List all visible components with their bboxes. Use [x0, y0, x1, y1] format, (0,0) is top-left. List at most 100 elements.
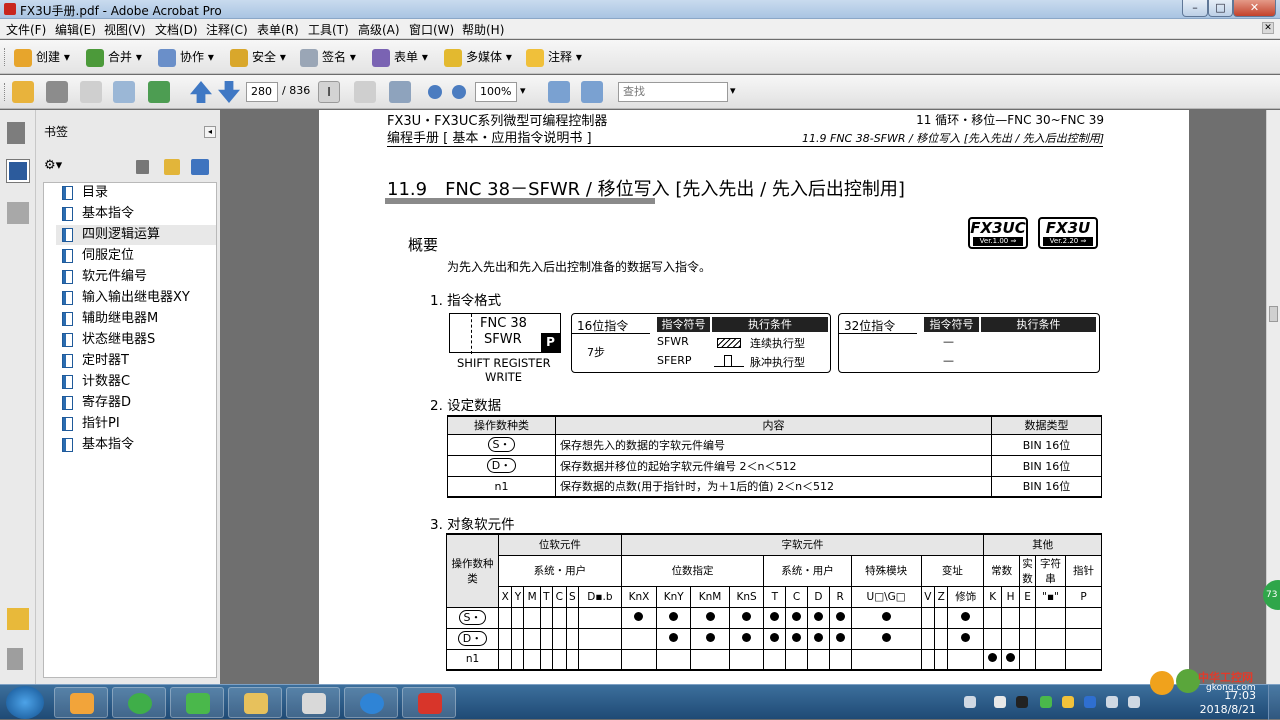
secure-button[interactable]: 安全 ▾ — [230, 47, 286, 67]
scroll-thumb[interactable] — [1269, 306, 1278, 322]
doc-close-icon[interactable]: ✕ — [1262, 22, 1274, 34]
volume-icon[interactable] — [1128, 696, 1140, 708]
col-header: 内容 — [555, 415, 992, 435]
qq-icon[interactable] — [1016, 696, 1028, 708]
signatures-icon[interactable] — [7, 202, 29, 224]
bookmark-item[interactable]: 指针PI — [56, 414, 216, 434]
menu-advanced[interactable]: 高级(A) — [358, 21, 400, 38]
maximize-button[interactable]: □ — [1208, 0, 1233, 17]
menu-window[interactable]: 窗口(W) — [409, 21, 454, 38]
zoom-out-icon[interactable] — [428, 85, 442, 99]
share-icon[interactable] — [148, 81, 170, 103]
applicable-dot — [705, 611, 715, 621]
tray-icon[interactable] — [964, 696, 976, 708]
next-page-icon[interactable] — [218, 81, 240, 103]
bookmark-item[interactable]: 辅助继电器M — [56, 309, 216, 329]
attachments-icon[interactable] — [7, 648, 23, 670]
find-input[interactable]: 查找 — [618, 82, 728, 102]
zoom-in-icon[interactable] — [452, 85, 466, 99]
clock[interactable]: 17:03 2018/8/21 — [1200, 689, 1256, 717]
email-icon[interactable] — [113, 81, 135, 103]
zoom-select[interactable]: 100% — [475, 82, 517, 102]
new-bookmark-icon[interactable] — [164, 159, 180, 175]
zoom-dropdown-icon[interactable]: ▾ — [520, 84, 526, 97]
wechat-tray-icon[interactable] — [1040, 696, 1052, 708]
scroll-mode-icon[interactable] — [548, 81, 570, 103]
menu-file[interactable]: 文件(F) — [6, 21, 46, 38]
combine-button[interactable]: 合并 ▾ — [86, 47, 142, 67]
collaborate-button[interactable]: 协作 ▾ — [158, 47, 214, 67]
page-number-input[interactable]: 280 — [246, 82, 278, 102]
minimize-button[interactable]: – — [1182, 0, 1208, 17]
watermark-logo — [1176, 669, 1200, 693]
show-desktop-button[interactable] — [1268, 685, 1280, 720]
open-folder-icon[interactable] — [12, 81, 34, 103]
bookmark-item[interactable]: 寄存器D — [56, 393, 216, 413]
taskbar-app[interactable] — [228, 687, 282, 718]
menu-document[interactable]: 文档(D) — [155, 21, 198, 38]
menu-comments[interactable]: 注释(C) — [206, 21, 248, 38]
expand-bookmark-icon[interactable] — [191, 159, 209, 175]
collapse-panel-icon[interactable]: ◂ — [204, 126, 216, 138]
bookmark-item[interactable]: 四则逻辑运算 — [56, 225, 216, 245]
pages-icon[interactable] — [7, 122, 25, 144]
select-tool-icon[interactable]: I — [318, 81, 340, 103]
print-icon[interactable] — [46, 81, 68, 103]
tray-icon[interactable] — [1062, 696, 1074, 708]
create-button[interactable]: 创建 ▾ — [14, 47, 70, 67]
network-icon[interactable] — [1106, 696, 1118, 708]
close-button[interactable]: ✕ — [1233, 0, 1276, 17]
create-icon — [14, 48, 32, 67]
find-options-icon[interactable]: ▾ — [730, 84, 736, 97]
watermark-logo — [1150, 671, 1174, 695]
bookmark-item[interactable]: 基本指令 — [56, 435, 216, 455]
sign-button[interactable]: 签名 ▾ — [300, 47, 356, 67]
menu-forms[interactable]: 表单(R) — [257, 21, 299, 38]
comment-button[interactable]: 注释 ▾ — [526, 47, 582, 67]
bluetooth-icon[interactable] — [1084, 696, 1096, 708]
bookmark-icon — [62, 186, 73, 200]
applicable-dot — [835, 632, 845, 642]
window-title: FX3U手册.pdf - Adobe Acrobat Pro — [20, 4, 222, 18]
bookmark-item[interactable]: 目录 — [56, 183, 216, 203]
taskbar-app[interactable] — [112, 687, 166, 718]
bookmark-item[interactable]: 状态继电器S — [56, 330, 216, 350]
tray-icon[interactable] — [994, 696, 1006, 708]
bookmark-item[interactable]: 计数器C — [56, 372, 216, 392]
menu-view[interactable]: 视图(V) — [104, 21, 146, 38]
toolbar-grip[interactable] — [4, 48, 6, 66]
taskbar-app[interactable] — [402, 687, 456, 718]
toolbar-grip[interactable] — [4, 83, 6, 101]
hand-tool-icon[interactable] — [354, 81, 376, 103]
bookmark-icon — [62, 291, 73, 305]
bookmark-item[interactable]: 定时器T — [56, 351, 216, 371]
menu-tools[interactable]: 工具(T) — [308, 21, 349, 38]
options-gear-icon[interactable]: ⚙▾ — [44, 158, 66, 174]
applicable-dot — [813, 611, 823, 621]
taskbar-app[interactable] — [286, 687, 340, 718]
menu-help[interactable]: 帮助(H) — [462, 21, 504, 38]
taskbar-app[interactable] — [344, 687, 398, 718]
fit-page-icon[interactable] — [581, 81, 603, 103]
start-button[interactable] — [6, 686, 44, 719]
forms-button[interactable]: 表单 ▾ — [372, 47, 428, 67]
bookmark-item[interactable]: 软元件编号 — [56, 267, 216, 287]
bookmark-item[interactable]: 伺服定位 — [56, 246, 216, 266]
applicable-dot — [770, 611, 780, 621]
bookmarks-icon[interactable] — [7, 160, 29, 182]
delete-bookmark-icon[interactable] — [136, 160, 149, 174]
taskbar-app[interactable] — [54, 687, 108, 718]
comments-icon[interactable] — [7, 608, 29, 630]
marquee-zoom-icon[interactable] — [389, 81, 411, 103]
menu-edit[interactable]: 编辑(E) — [55, 21, 96, 38]
bookmark-item[interactable]: 基本指令 — [56, 204, 216, 224]
bookmark-item[interactable]: 输入输出继电器XY — [56, 288, 216, 308]
taskbar-app[interactable] — [170, 687, 224, 718]
previous-page-icon[interactable] — [190, 81, 212, 103]
device-col-header: K — [983, 585, 1003, 608]
document-viewport[interactable]: FX3U・FX3UC系列微型可编程控制器 编程手册 [ 基本・应用指令说明书 ]… — [220, 110, 1266, 684]
section-3-title: 3. 对象软元件 — [430, 517, 515, 533]
bookmark-icon — [62, 396, 73, 410]
save-icon[interactable] — [80, 81, 102, 103]
multimedia-button[interactable]: 多媒体 ▾ — [444, 47, 512, 67]
